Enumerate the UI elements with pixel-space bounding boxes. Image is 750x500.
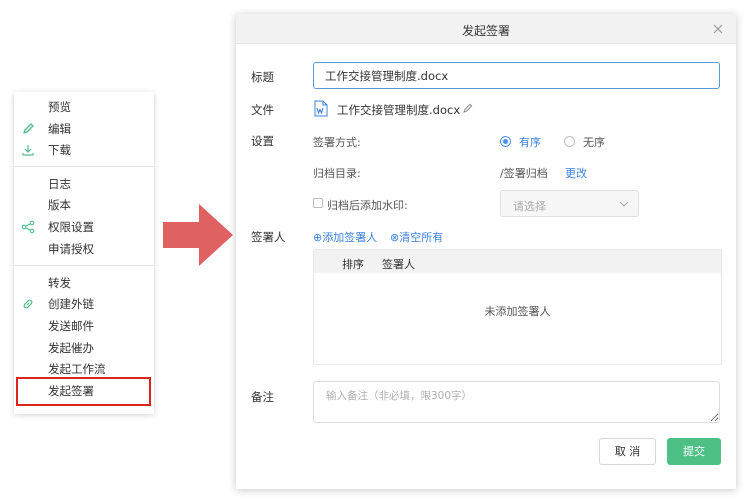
empty-signers-text: 未添加签署人 bbox=[484, 305, 551, 318]
initiate-signing-dialog: 发起签署 标题 文件 工作交接管理制度.docx 设置 签署方式: 有序 无序 … bbox=[236, 14, 736, 489]
menu-item-send-email[interactable]: 发送邮件 bbox=[14, 316, 154, 336]
watermark-label: 归档后添加水印: bbox=[327, 199, 408, 212]
dialog-header: 发起签署 bbox=[236, 14, 736, 44]
menu-item-label: 编辑 bbox=[48, 122, 71, 136]
archive-label: 归档目录: bbox=[313, 167, 361, 180]
watermark-select-placeholder: 请选择 bbox=[513, 200, 546, 213]
menu-item-label: 下载 bbox=[48, 143, 71, 157]
menu-item-label: 版本 bbox=[48, 198, 71, 212]
sign-mode-unordered-radio[interactable] bbox=[564, 136, 575, 147]
menu-item-forward[interactable]: 转发 bbox=[14, 273, 154, 293]
file-label: 文件 bbox=[251, 103, 274, 117]
menu-item-version[interactable]: 版本 bbox=[14, 195, 154, 215]
pencil-icon bbox=[23, 123, 34, 134]
menu-item-edit[interactable]: 编辑 bbox=[14, 119, 154, 139]
menu-item-label: 日志 bbox=[48, 177, 71, 191]
link-icon bbox=[23, 299, 33, 309]
pencil-icon[interactable] bbox=[462, 102, 474, 114]
settings-label: 设置 bbox=[251, 134, 274, 148]
menu-item-log[interactable]: 日志 bbox=[14, 174, 154, 194]
share-icon bbox=[21, 220, 35, 234]
submit-button[interactable]: 提交 bbox=[667, 438, 721, 465]
menu-item-urge[interactable]: 发起催办 bbox=[14, 338, 154, 358]
sign-mode-unordered-label: 无序 bbox=[583, 136, 605, 149]
cancel-button[interactable]: 取 消 bbox=[599, 438, 656, 465]
download-icon bbox=[22, 145, 34, 156]
watermark-select[interactable]: 请选择 bbox=[500, 190, 639, 217]
menu-item-label: 发起工作流 bbox=[48, 362, 106, 376]
file-context-menu: 预览 编辑 下载 日志 版本 权限设置 申请授权 转发 创建外链 发送邮件 发起… bbox=[14, 92, 154, 414]
menu-item-label: 转发 bbox=[48, 276, 71, 290]
menu-item-label: 申请授权 bbox=[48, 242, 94, 256]
menu-item-label: 预览 bbox=[48, 100, 71, 114]
menu-divider bbox=[14, 265, 154, 266]
menu-item-preview[interactable]: 预览 bbox=[14, 97, 154, 117]
menu-item-workflow[interactable]: 发起工作流 bbox=[14, 359, 154, 379]
column-header-order: 排序 bbox=[342, 258, 364, 271]
sign-mode-ordered-label: 有序 bbox=[519, 136, 541, 149]
close-icon[interactable] bbox=[712, 23, 724, 35]
column-header-signer: 签署人 bbox=[382, 258, 415, 271]
table-header: 排序 签署人 bbox=[314, 250, 721, 273]
menu-item-label: 发送邮件 bbox=[48, 319, 94, 333]
add-signer-link[interactable]: ⊕添加签署人 bbox=[313, 229, 377, 245]
menu-item-download[interactable]: 下载 bbox=[14, 140, 154, 160]
signers-label: 签署人 bbox=[251, 230, 286, 244]
clear-all-link[interactable]: ⊗清空所有 bbox=[390, 229, 443, 245]
menu-item-permissions[interactable]: 权限设置 bbox=[14, 217, 154, 237]
menu-item-label: 权限设置 bbox=[48, 220, 94, 234]
title-input[interactable] bbox=[313, 62, 720, 89]
archive-change-link[interactable]: 更改 bbox=[565, 165, 587, 181]
chevron-down-icon bbox=[619, 201, 629, 207]
file-name: 工作交接管理制度.docx bbox=[337, 103, 461, 117]
word-doc-icon bbox=[314, 100, 328, 117]
menu-item-label: 创建外链 bbox=[48, 297, 94, 311]
highlight-box bbox=[16, 377, 151, 406]
menu-divider bbox=[14, 166, 154, 167]
menu-item-label: 发起催办 bbox=[48, 341, 94, 355]
right-arrow-icon bbox=[163, 204, 233, 266]
sign-mode-ordered-radio[interactable] bbox=[500, 136, 511, 147]
signer-table: 排序 签署人 未添加签署人 bbox=[313, 249, 722, 365]
menu-item-create-link[interactable]: 创建外链 bbox=[14, 294, 154, 314]
dialog-title: 发起签署 bbox=[461, 24, 510, 38]
remark-label: 备注 bbox=[251, 390, 274, 404]
archive-path: /签署归档 bbox=[500, 167, 548, 180]
watermark-checkbox[interactable] bbox=[313, 198, 323, 208]
remark-textarea[interactable] bbox=[313, 381, 720, 423]
sign-mode-label: 签署方式: bbox=[313, 136, 361, 149]
menu-item-request-auth[interactable]: 申请授权 bbox=[14, 239, 154, 259]
title-label: 标题 bbox=[251, 70, 274, 84]
